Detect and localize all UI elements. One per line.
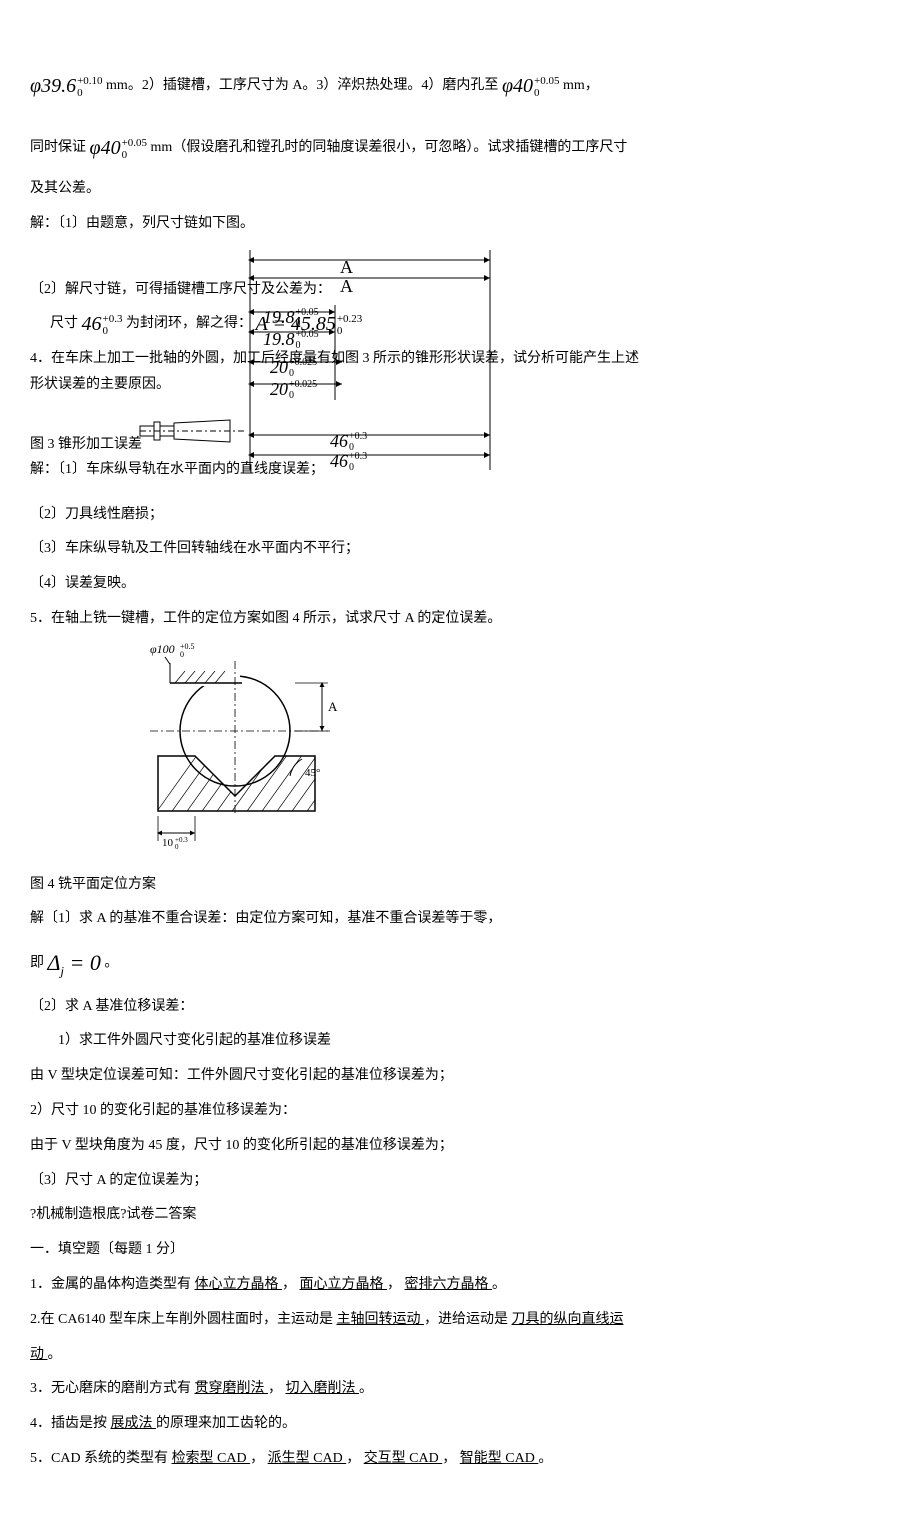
- fig4-caption: 图 4 铣平面定位方案: [30, 870, 890, 901]
- phi100-tol-bot: 0: [180, 650, 184, 659]
- formula-phi396: φ39.6+0.100: [30, 64, 103, 108]
- text: mm，: [563, 78, 599, 93]
- solution-line-1: 解：〔1〕车床纵导轨在水平面内的直线度误差；: [30, 455, 430, 486]
- solution-5-3: 〔3〕尺寸 A 的定位误差为；: [30, 1166, 890, 1197]
- solution-5-2-2: 2）尺寸 10 的变化引起的基准位移误差为：: [30, 1096, 890, 1127]
- fill-blank-3: 3．无心磨床的磨削方式有 贯穿磨削法 ， 切入磨削法 。: [30, 1374, 890, 1405]
- overlay-line8: 形状误差的主要原因。: [30, 370, 330, 401]
- section-heading: 一．填空题〔每题 1 分〕: [30, 1235, 890, 1266]
- text: mm。2）插键槽，工序尺寸为 A。3）淬炽热处理。4）磨内孔至: [106, 78, 502, 93]
- fill-blank-2: 2.在 CA6140 型车床上车削外圆柱面时，主运动是 主轴回转运动 ，进给运动…: [30, 1305, 890, 1336]
- solution-5-2-2b: 由于 V 型块角度为 45 度，尺寸 10 的变化所引起的基准位移误差为；: [30, 1131, 890, 1162]
- solution-5-2: 〔2〕求 A 基准位移误差：: [30, 992, 890, 1023]
- dim10-label: 10: [162, 837, 174, 849]
- text: mm（假设磨孔和镗孔时的同轴度误差很小，可忽略）。试求插键槽的工序尺寸: [151, 140, 628, 155]
- fill-blank-1: 1．金属的晶体构造类型有 体心立方晶格 ， 面心立方晶格 ， 密排六方晶格 。: [30, 1270, 890, 1301]
- dimension-chain-diagram: A A 〔2〕解尺寸链，可得插键槽工序尺寸及公差为： 尺寸 46+0.30 为封…: [130, 250, 890, 490]
- fill-blank-5: 5．CAD 系统的类型有 检索型 CAD ， 派生型 CAD ， 交互型 CAD…: [30, 1444, 890, 1475]
- fill-blank-2b: 动 。: [30, 1340, 890, 1371]
- angle-label: 45°: [305, 767, 320, 779]
- phi100-label: φ100: [150, 642, 175, 656]
- text-line: 解：〔1〕由题意，列尺寸链如下图。: [30, 209, 890, 240]
- solution-line-3: 〔3〕车床纵导轨及工件回转轴线在水平面内不平行；: [30, 534, 890, 565]
- text-line: 及其公差。: [30, 174, 890, 205]
- solution-line-2: 〔2〕刀具线性磨损；: [30, 500, 890, 531]
- vblock-svg: φ100 +0.5 0: [130, 641, 350, 851]
- solution-5-2-1: 1）求工件外圆尺寸变化引起的基准位移误差: [30, 1026, 890, 1057]
- text-line: 同时保证 φ40+0.050 mm（假设磨孔和镗孔时的同轴度误差很小，可忽略）。…: [30, 126, 890, 170]
- text-line: φ39.6+0.100 mm。2）插键槽，工序尺寸为 A。3）淬炽热处理。4）磨…: [30, 64, 890, 108]
- exam-title: ?机械制造根底?试卷二答案: [30, 1200, 890, 1231]
- question-5: 5．在轴上铣一键槽，工件的定位方案如图 4 所示，试求尺寸 A 的定位误差。: [30, 604, 890, 635]
- solution-line-4: 〔4〕误差复映。: [30, 569, 890, 600]
- text: 同时保证: [30, 140, 90, 155]
- formula-delta: 即 Δj = 0 。: [30, 939, 890, 987]
- A-label: A: [328, 699, 338, 714]
- dim10-bot: 0: [175, 843, 179, 851]
- solution-5-2-1b: 由 V 型块定位误差可知：工件外圆尺寸变化引起的基准位移误差为；: [30, 1061, 890, 1092]
- fill-blank-4: 4．插齿是按 展成法 的原理来加工齿轮的。: [30, 1409, 890, 1440]
- formula-phi40a: φ40+0.050: [502, 64, 560, 108]
- vblock-figure: φ100 +0.5 0: [130, 641, 890, 864]
- overlay-line6: 尺寸 46+0.30 为封闭环，解之得： A = 45.85+0.230: [50, 302, 750, 346]
- solution-5-1: 解〔1〕求 A 的基准不重合误差：由定位方案可知，基准不重合误差等于零，: [30, 904, 890, 935]
- formula-phi40b: φ40+0.050: [90, 126, 148, 170]
